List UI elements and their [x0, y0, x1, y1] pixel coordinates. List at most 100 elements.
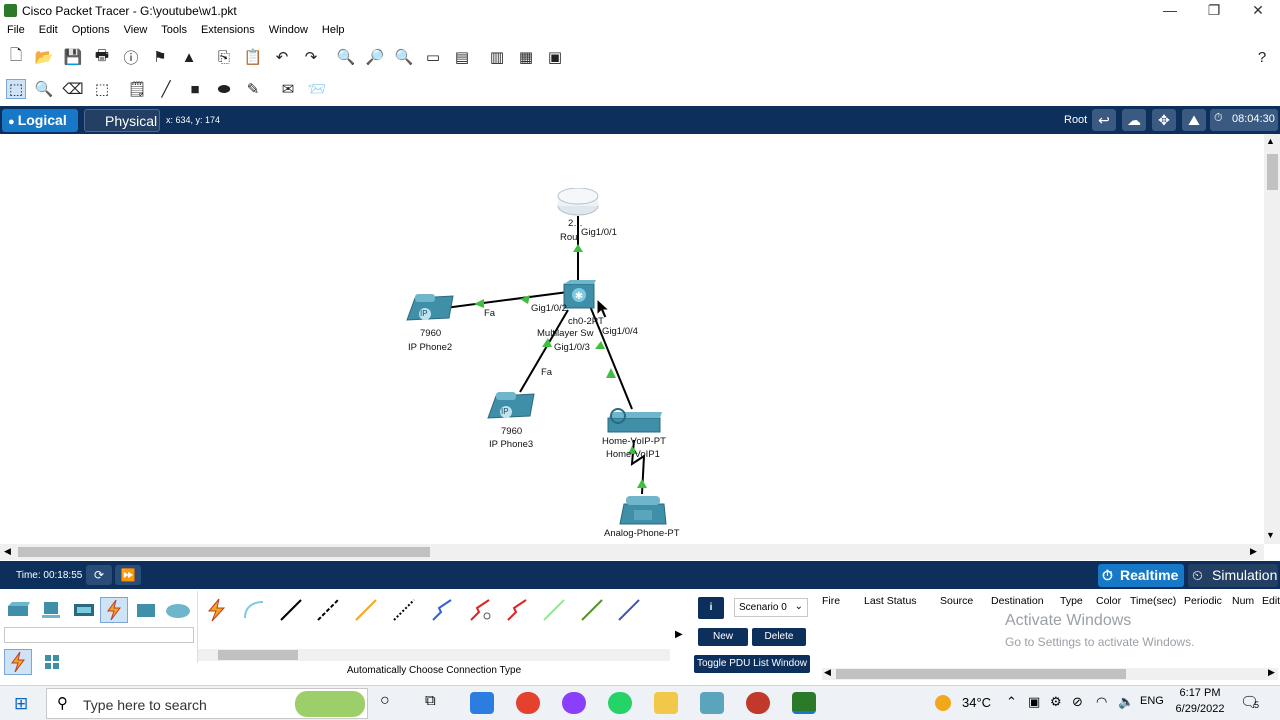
router-device[interactable]: [557, 187, 600, 216]
iot-custom-cable-icon[interactable]: [578, 597, 606, 623]
menu-window[interactable]: Window: [262, 22, 315, 36]
usb-cable-icon[interactable]: [615, 597, 643, 623]
undo-icon[interactable]: ↶: [272, 47, 292, 67]
select-icon[interactable]: ⬚: [6, 79, 26, 99]
zoom-in-icon[interactable]: 🔍: [336, 47, 356, 67]
tab-physical[interactable]: Physical: [84, 109, 160, 132]
recorder-icon[interactable]: [746, 692, 770, 714]
console-cable-icon[interactable]: [240, 597, 268, 623]
scroll-right-arrow-icon[interactable]: ▶: [1250, 546, 1257, 557]
copper-cross-icon[interactable]: [314, 597, 342, 623]
delete-scenario-button[interactable]: Delete: [752, 628, 806, 646]
components-icon[interactable]: [70, 597, 98, 623]
toggle-pdu-list-button[interactable]: Toggle PDU List Window: [694, 655, 810, 673]
redo-icon[interactable]: ↷: [301, 47, 321, 67]
new-scenario-button[interactable]: New: [698, 628, 748, 646]
horizontal-scroll-thumb[interactable]: [18, 547, 430, 557]
menu-extensions[interactable]: Extensions: [194, 22, 262, 36]
scroll-down-arrow-icon[interactable]: ▼: [1266, 530, 1275, 540]
scenario-info-button[interactable]: i: [698, 597, 724, 619]
menu-edit[interactable]: Edit: [32, 22, 65, 36]
connection-subtype-icon[interactable]: [4, 649, 32, 675]
zoom-reset-icon[interactable]: 🔎: [365, 47, 385, 67]
inspect-icon[interactable]: 🔍: [34, 79, 54, 99]
menu-help[interactable]: Help: [315, 22, 352, 36]
multilayer-switch-device[interactable]: ✱: [562, 280, 596, 310]
palette-expand-arrow-icon[interactable]: ▶: [675, 629, 683, 640]
palette-scrollbar[interactable]: [198, 649, 670, 661]
vertical-scroll-thumb[interactable]: [1267, 154, 1278, 190]
temperature[interactable]: 34°C: [962, 695, 991, 710]
copper-straight-icon[interactable]: [277, 597, 305, 623]
pdu-table-scrollbar[interactable]: ◀ ▶: [822, 667, 1278, 680]
pdu-scroll-thumb[interactable]: [836, 669, 1126, 679]
scroll-up-arrow-icon[interactable]: ▲: [1266, 136, 1275, 146]
draw-ellipse-icon[interactable]: ⬬: [214, 79, 234, 99]
cluster-icon[interactable]: ▦: [516, 47, 536, 67]
add-complex-pdu-icon[interactable]: 📨: [307, 79, 327, 99]
device-search-field[interactable]: [4, 627, 194, 643]
canvas-vertical-scrollbar[interactable]: ▲ ▼: [1264, 134, 1280, 544]
move-object-icon[interactable]: ✥: [1152, 109, 1176, 131]
simulation-mode-button[interactable]: ⏲ Simulation: [1188, 564, 1278, 587]
taskbar-search-box[interactable]: ⚲ Type here to search: [46, 688, 368, 719]
paste-icon[interactable]: 📋: [243, 47, 263, 67]
ip-phone3-device[interactable]: IP: [486, 388, 536, 424]
save-icon[interactable]: 💾: [63, 47, 83, 67]
restore-button[interactable]: ❐: [1192, 0, 1236, 22]
volume-icon[interactable]: 🔈: [1118, 694, 1134, 710]
scenario-select[interactable]: Scenario 0 ⌄: [734, 598, 808, 617]
zoom-out-icon[interactable]: 🔍: [394, 47, 414, 67]
close-button[interactable]: ✕: [1236, 0, 1280, 22]
tab-logical[interactable]: ● Logical: [2, 109, 78, 132]
show-hidden-icons-icon[interactable]: ⌃: [1006, 694, 1017, 710]
file-explorer-icon[interactable]: [654, 692, 678, 714]
drawing-palette-icon[interactable]: ▭: [423, 47, 443, 67]
menu-options[interactable]: Options: [65, 22, 117, 36]
whatsapp-icon[interactable]: [608, 692, 632, 714]
end-devices-icon[interactable]: [38, 597, 66, 623]
scroll-right-arrow-icon[interactable]: ▶: [1268, 667, 1275, 678]
minimize-button[interactable]: —: [1148, 0, 1192, 22]
octal-cable-icon[interactable]: [540, 597, 568, 623]
info-icon[interactable]: ⓘ: [121, 47, 141, 67]
menu-file[interactable]: File: [0, 22, 32, 36]
analog-phone-device[interactable]: [618, 494, 668, 526]
network-devices-icon[interactable]: [4, 597, 32, 623]
coaxial-icon[interactable]: [428, 597, 456, 623]
fiber-icon[interactable]: [352, 597, 380, 623]
ip-phone2-device[interactable]: IP: [405, 290, 455, 326]
network-wizard-icon[interactable]: ⚑: [150, 47, 170, 67]
draw-rectangle-icon[interactable]: ■: [185, 79, 205, 99]
messenger-icon[interactable]: [562, 692, 586, 714]
tray-settings-icon[interactable]: ⚙: [1050, 694, 1062, 710]
note-icon[interactable]: 🗒: [127, 79, 147, 99]
copy-icon[interactable]: ⎘: [214, 47, 234, 67]
home-voip-device[interactable]: [606, 408, 662, 434]
custom-device-icon[interactable]: ▤: [452, 47, 472, 67]
fast-forward-icon[interactable]: ⏩: [115, 565, 141, 585]
cluster-view-icon[interactable]: ☁: [1122, 109, 1146, 131]
windows-start-icon[interactable]: ⊞: [14, 694, 28, 714]
taskbar-time[interactable]: 6:17 PM: [1176, 687, 1224, 699]
connections-category-icon[interactable]: [100, 597, 128, 623]
phone-cable-icon[interactable]: [390, 597, 418, 623]
open-file-icon[interactable]: 📂: [34, 47, 54, 67]
language-indicator[interactable]: ENG: [1140, 695, 1164, 707]
scroll-left-arrow-icon[interactable]: ◀: [4, 546, 11, 557]
serial-dce-icon[interactable]: [466, 597, 494, 623]
multiuser-icon[interactable]: [164, 597, 192, 623]
freeform-icon[interactable]: ✎: [243, 79, 263, 99]
help-icon[interactable]: ?: [1252, 47, 1272, 67]
packet-tracer-taskbar-icon[interactable]: [700, 692, 724, 714]
scroll-left-arrow-icon[interactable]: ◀: [824, 667, 831, 678]
delete-icon[interactable]: ⌫: [62, 79, 83, 99]
serial-dte-icon[interactable]: [503, 597, 531, 623]
new-file-icon[interactable]: 🗋: [6, 47, 26, 67]
miscellaneous-icon[interactable]: [132, 597, 160, 623]
chrome-icon[interactable]: [516, 692, 540, 714]
tray-blocked-icon[interactable]: ⊘: [1072, 694, 1083, 710]
power-cycle-icon[interactable]: ⟳: [86, 565, 112, 585]
back-icon[interactable]: ↩: [1092, 109, 1116, 131]
viewport-toggle-icon[interactable]: ⛰: [1182, 109, 1206, 131]
